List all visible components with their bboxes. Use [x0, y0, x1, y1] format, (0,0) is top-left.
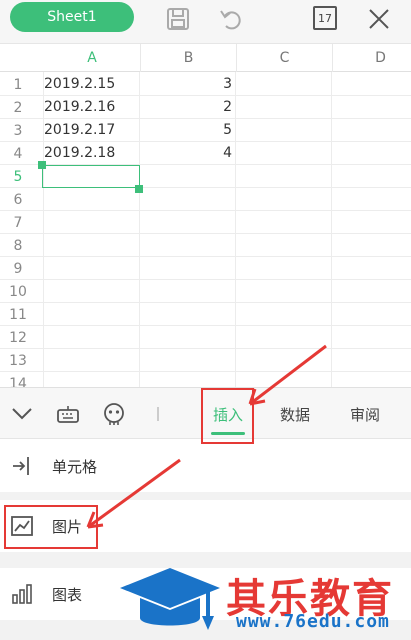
watermark-url: www.76edu.com	[236, 611, 390, 632]
annotation-arrows	[86, 344, 327, 529]
watermark: 其乐教育 www.76edu.com	[118, 560, 411, 640]
graduation-cap-icon	[120, 568, 220, 630]
